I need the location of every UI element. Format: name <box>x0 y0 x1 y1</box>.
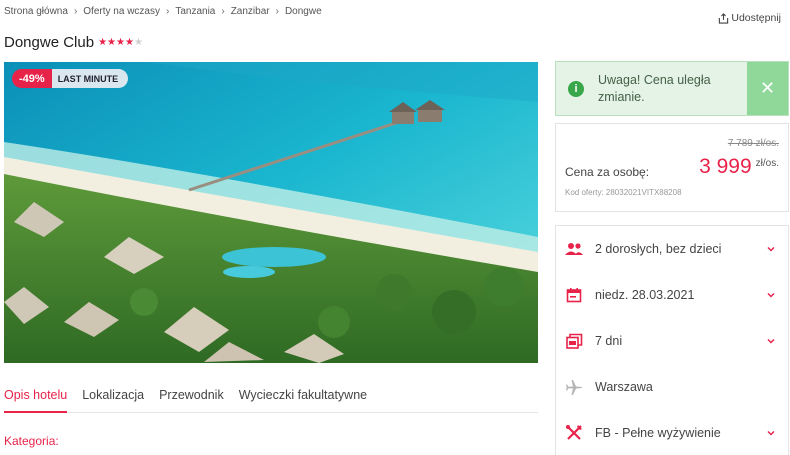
price-value: 3 999 <box>699 155 752 178</box>
offer-code: Kod oferty: 28032021VITX88208 <box>565 188 682 197</box>
close-alert-button[interactable]: ✕ <box>747 62 788 115</box>
breadcrumb-separator-icon: › <box>275 6 279 17</box>
breadcrumb-item-offers[interactable]: Oferty na wczasy <box>83 6 160 17</box>
breadcrumb-separator-icon: › <box>221 6 225 17</box>
old-price: 7 789 zł/os. <box>727 138 779 149</box>
chevron-down-icon <box>767 292 775 298</box>
option-label: 7 dni <box>595 334 623 348</box>
share-icon <box>719 12 729 24</box>
breadcrumb: Strona główna › Oferty na wczasy › Tanza… <box>4 6 322 17</box>
chevron-down-icon <box>767 338 775 344</box>
tab-excursions[interactable]: Wycieczki fakultatywne <box>239 380 367 413</box>
option-label: FB - Pełne wyżywienie <box>595 426 721 440</box>
hotel-name: Dongwe Club <box>4 34 95 51</box>
share-label: Udostępnij <box>731 12 781 24</box>
star-filled-icon: ★ <box>124 37 134 48</box>
cutlery-icon <box>565 424 583 442</box>
star-empty-icon: ★ <box>133 37 143 48</box>
breadcrumb-separator-icon: › <box>165 6 170 17</box>
breadcrumb-item-home[interactable]: Strona główna <box>4 6 68 17</box>
tab-location[interactable]: Lokalizacja <box>82 380 144 413</box>
last-minute-badge: LAST MINUTE <box>45 69 129 88</box>
breadcrumb-separator-icon: › <box>73 6 78 17</box>
share-button[interactable]: Udostępnij <box>718 12 781 24</box>
star-rating: ★★★★★ <box>98 37 143 48</box>
people-icon <box>565 240 583 258</box>
price-label: Cena za osobę: <box>565 165 650 179</box>
option-board[interactable]: FB - Pełne wyżywienie <box>556 410 788 455</box>
star-filled-icon: ★ <box>98 37 108 48</box>
breadcrumb-item-region[interactable]: Zanzibar <box>231 6 270 17</box>
info-icon: i <box>568 80 584 97</box>
option-departure: Warszawa <box>556 364 788 410</box>
calendar-icon <box>565 286 583 304</box>
price-panel: 7 789 zł/os. Cena za osobę: 3 999 zł/os.… <box>555 123 789 212</box>
tab-guide[interactable]: Przewodnik <box>159 380 224 413</box>
option-label: Warszawa <box>595 380 653 394</box>
breadcrumb-item-current: Dongwe <box>284 6 322 17</box>
option-label: niedz. 28.03.2021 <box>595 288 695 302</box>
option-label: 2 dorosłych, bez dzieci <box>595 242 722 256</box>
star-filled-icon: ★ <box>116 37 125 48</box>
booking-options: 2 dorosłych, bez dzieci niedz. 28.03.202… <box>555 225 789 455</box>
star-filled-icon: ★ <box>107 37 116 48</box>
plane-icon <box>565 378 583 396</box>
duration-icon <box>565 332 583 350</box>
tab-description[interactable]: Opis hotelu <box>4 380 68 413</box>
chevron-down-icon <box>767 246 775 252</box>
option-duration[interactable]: 7 dni <box>556 318 788 364</box>
hotel-tabs: Opis hotelu Lokalizacja Przewodnik Wycie… <box>4 380 538 413</box>
alert-message: Uwaga! Cena uległa zmianie. <box>598 72 711 104</box>
category-heading: Kategoria: <box>4 434 59 448</box>
discount-badge: -49% <box>12 69 52 88</box>
hotel-title-row: Dongwe Club ★★★★★ <box>4 34 143 51</box>
hotel-photo[interactable] <box>4 62 538 363</box>
beach-resort-image <box>4 62 538 363</box>
price-unit: zł/os. <box>755 158 779 169</box>
breadcrumb-item-country[interactable]: Tanzania <box>175 6 215 17</box>
price-change-alert: i Uwaga! Cena uległa zmianie. ✕ <box>555 61 789 116</box>
option-travelers[interactable]: 2 dorosłych, bez dzieci <box>556 226 788 272</box>
offer-badges: -49% LAST MINUTE <box>12 69 129 88</box>
option-date[interactable]: niedz. 28.03.2021 <box>556 272 788 318</box>
chevron-down-icon <box>767 430 775 436</box>
current-price: 3 999 zł/os. <box>699 155 779 179</box>
